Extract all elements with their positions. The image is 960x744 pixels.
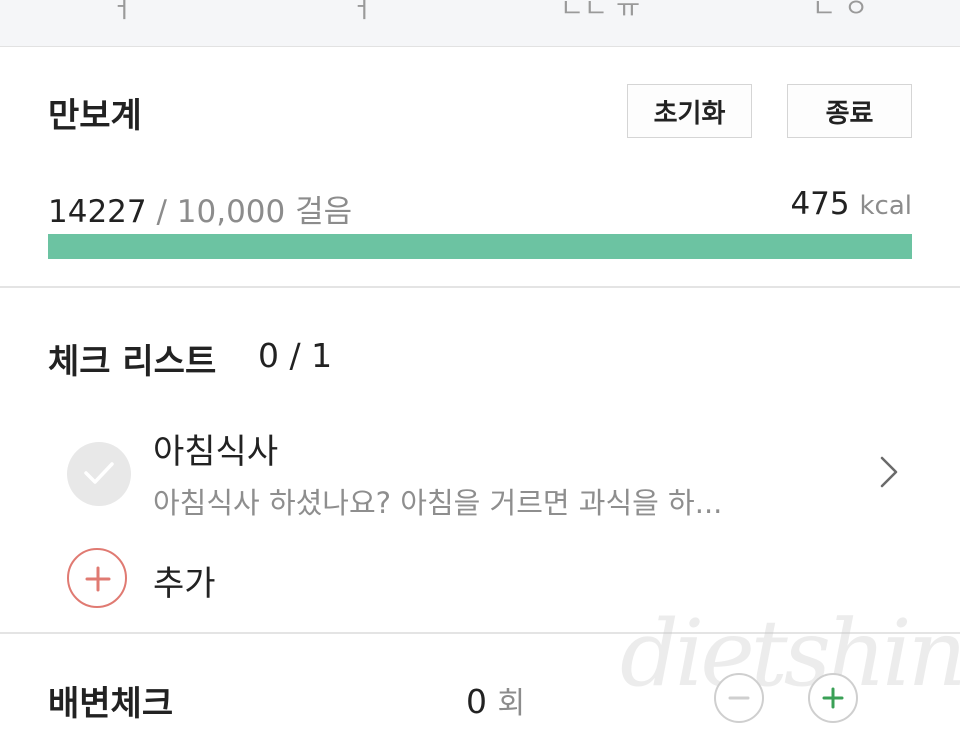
bowel-check-title: 배변체크 [48,684,174,724]
add-circle[interactable] [67,548,127,608]
checklist-item-breakfast[interactable]: 아침식사 아침식사 하셨나요? 아침을 거르면 과식을 하... [48,420,912,530]
checkbox-unchecked[interactable] [67,442,131,506]
top-tab-fragment[interactable]: ㄴㄴ ㅠ [560,0,640,25]
top-tab-strip: ㅓ ㅓ ㄴㄴ ㅠ ㄴ ㅇ [0,0,960,47]
increment-button[interactable] [808,673,858,723]
kcal-unit: kcal [859,191,912,221]
chevron-right-icon[interactable] [878,454,900,490]
checkmark-icon [84,462,114,484]
watermark-logo: dietshin.com [620,600,960,707]
kcal-value: 475 [790,186,850,222]
app-screen: ㅓ ㅓ ㄴㄴ ㅠ ㄴ ㅇ 만보계 초기화 종료 14227 / 10,000 걸… [0,0,960,744]
decrement-button[interactable] [714,673,764,723]
pedometer-title: 만보계 [48,96,142,136]
steps-progress-bar [48,234,912,259]
top-tab-fragment[interactable]: ㅓ [350,0,374,25]
minus-icon [728,696,750,700]
plus-icon [85,566,111,592]
steps-readout: 14227 / 10,000 걸음 [48,186,352,231]
checklist-title: 체크 리스트 [48,342,217,382]
kcal-readout: 475 kcal [790,186,912,222]
plus-icon [822,687,844,709]
add-label: 추가 [153,564,216,604]
bowel-count-unit: 회 [497,686,526,721]
bowel-count-value: 0 [466,682,487,721]
checklist-item-title: 아침식사 [153,432,279,472]
bowel-count-readout: 0 회 [466,678,525,722]
section-divider [0,286,960,288]
checklist-item-description: 아침식사 하셨나요? 아침을 거르면 과식을 하... [153,486,723,520]
steps-count: 14227 [48,194,147,230]
reset-button[interactable]: 초기화 [627,84,752,138]
checklist-count: 0 / 1 [258,336,333,375]
top-tab-fragment[interactable]: ㄴ ㅇ [812,0,868,25]
top-tab-fragment[interactable]: ㅓ [110,0,134,25]
steps-goal: / 10,000 걸음 [146,194,353,230]
end-button[interactable]: 종료 [787,84,912,138]
steps-progress-fill [48,234,912,259]
